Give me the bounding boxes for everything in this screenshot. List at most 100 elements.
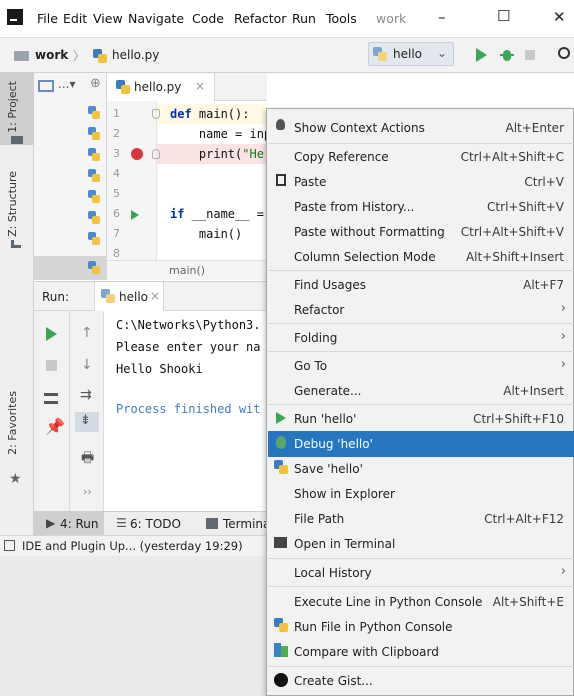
structure-icon bbox=[11, 240, 21, 248]
menu-item-column-selection-mode[interactable]: Column Selection Mode Alt+Shift+Insert bbox=[268, 244, 574, 270]
run-configuration-select[interactable]: hello ⌄ bbox=[368, 42, 454, 66]
run-gutter-icon[interactable] bbox=[131, 210, 139, 220]
run-icon[interactable] bbox=[476, 48, 487, 62]
close-tab-icon[interactable]: × bbox=[195, 79, 205, 93]
menu-item-folding[interactable]: Folding › bbox=[268, 325, 574, 351]
menu-item-paste-from-history[interactable]: Paste from History... Ctrl+Shift+V bbox=[268, 194, 574, 220]
console-line: Process finished wit bbox=[116, 402, 261, 416]
close-button[interactable]: ✕ bbox=[553, 8, 566, 26]
fold-icon[interactable] bbox=[152, 149, 160, 159]
tab-project[interactable]: 1: Project bbox=[6, 81, 19, 133]
menu-navigate[interactable]: Navigate bbox=[128, 11, 184, 26]
fold-icon[interactable] bbox=[152, 109, 160, 119]
stop-icon[interactable] bbox=[525, 50, 535, 60]
status-toggle-icon[interactable] bbox=[4, 540, 15, 551]
menu-tools[interactable]: Tools bbox=[326, 11, 357, 26]
tool-window-todo[interactable]: 6: TODO bbox=[130, 517, 181, 531]
pin-icon[interactable]: 📌 bbox=[45, 417, 65, 436]
tab-favorites[interactable]: 2: Favorites bbox=[6, 391, 19, 455]
soft-wrap-icon[interactable]: ⇉ bbox=[80, 387, 92, 403]
menu-item-open-in-terminal[interactable]: Open in Terminal bbox=[268, 531, 574, 557]
terminal-icon bbox=[274, 537, 287, 548]
breadcrumb-file[interactable]: hello.py bbox=[112, 48, 159, 62]
tab-hello-py[interactable]: hello.py × bbox=[107, 73, 215, 101]
code-keyword: if bbox=[170, 207, 185, 221]
status-message[interactable]: IDE and Plugin Up... (yesterday 19:29) bbox=[22, 539, 243, 553]
bug-icon bbox=[276, 436, 286, 449]
menu-item-paste[interactable]: Paste Ctrl+V bbox=[268, 169, 574, 195]
menu-code[interactable]: Code bbox=[192, 11, 224, 26]
editor-breadcrumb[interactable]: main() bbox=[107, 260, 267, 280]
menu-item-generate[interactable]: Generate... Alt+Insert bbox=[268, 378, 574, 404]
menu-item-file-path[interactable]: File Path Ctrl+Alt+F12 bbox=[268, 506, 574, 532]
menu-item-shortcut: Ctrl+Alt+F12 bbox=[484, 512, 564, 526]
arrow-up-icon[interactable]: ↑ bbox=[81, 325, 93, 341]
menu-view[interactable]: View bbox=[93, 11, 123, 26]
search-icon[interactable] bbox=[558, 47, 570, 59]
scroll-to-end-active[interactable]: ⇟ bbox=[75, 412, 99, 432]
run-toolbar-secondary: ↑ ↓ ⇉ ⇟ 🖶 ›› bbox=[70, 311, 104, 511]
bug-icon[interactable] bbox=[500, 47, 514, 63]
project-view-dropdown[interactable]: ...▾ bbox=[58, 77, 75, 91]
chevron-down-icon: ⌄ bbox=[437, 46, 448, 60]
lightbulb-icon bbox=[276, 119, 285, 130]
menu-item-run-hello[interactable]: Run 'hello' Ctrl+Shift+F10 bbox=[268, 406, 574, 432]
menu-separator bbox=[268, 666, 574, 667]
run-toolbar-primary: 📌 bbox=[34, 311, 70, 511]
stop-icon[interactable] bbox=[46, 360, 57, 371]
menu-item-label: Column Selection Mode bbox=[294, 250, 436, 264]
menu-item-label: Refactor bbox=[294, 303, 345, 317]
breadcrumb-project[interactable]: work bbox=[35, 48, 68, 62]
arrow-down-icon[interactable]: ↓ bbox=[81, 357, 93, 373]
line-number: 4 bbox=[113, 167, 120, 180]
python-file-icon bbox=[88, 232, 100, 246]
menu-edit[interactable]: Edit bbox=[63, 11, 87, 26]
menu-item-execute-line-in-python-console[interactable]: Execute Line in Python Console Alt+Shift… bbox=[268, 589, 574, 615]
menu-item-refactor[interactable]: Refactor › bbox=[268, 297, 574, 323]
project-panel: ...▾ ⊕ bbox=[34, 73, 107, 280]
menu-item-label: Open in Terminal bbox=[294, 537, 396, 551]
breakpoint-icon[interactable] bbox=[131, 148, 143, 160]
menu-run[interactable]: Run bbox=[292, 11, 316, 26]
print-icon[interactable]: 🖶 bbox=[81, 447, 94, 471]
window-title: work bbox=[376, 11, 407, 26]
menu-item-copy-reference[interactable]: Copy Reference Ctrl+Alt+Shift+C bbox=[268, 144, 574, 170]
rerun-icon[interactable] bbox=[46, 327, 57, 341]
menu-item-go-to[interactable]: Go To › bbox=[268, 353, 574, 379]
minimize-button[interactable]: – bbox=[438, 8, 446, 26]
menu-item-find-usages[interactable]: Find Usages Alt+F7 bbox=[268, 272, 574, 298]
project-view-icon[interactable] bbox=[38, 80, 54, 92]
layout-icon[interactable] bbox=[44, 393, 58, 404]
menu-item-shortcut: Alt+Enter bbox=[505, 121, 564, 135]
menu-file[interactable]: File bbox=[37, 11, 58, 26]
editor-tab-bar: hello.py × bbox=[107, 73, 267, 101]
tool-window-run[interactable]: ▶ 4: Run bbox=[34, 512, 104, 535]
menu-item-create-gist[interactable]: Create Gist... bbox=[268, 668, 574, 694]
menu-item-debug-hello[interactable]: Debug 'hello' bbox=[268, 431, 574, 457]
close-tab-icon[interactable]: × bbox=[150, 289, 160, 303]
locate-icon[interactable]: ⊕ bbox=[90, 76, 101, 91]
breadcrumb-function[interactable]: main() bbox=[169, 264, 205, 277]
menu-item-label: Run File in Python Console bbox=[294, 620, 453, 634]
menu-item-paste-without-formatting[interactable]: Paste without Formatting Ctrl+Alt+Shift+… bbox=[268, 219, 574, 245]
console-line: C:\Networks\Python3. bbox=[116, 318, 261, 332]
menu-item-label: Show Context Actions bbox=[294, 121, 425, 135]
menu-item-run-file-in-python-console[interactable]: Run File in Python Console bbox=[268, 614, 574, 640]
menu-item-shortcut: Ctrl+V bbox=[524, 175, 564, 189]
maximize-button[interactable]: ☐ bbox=[497, 7, 510, 25]
menu-separator bbox=[268, 586, 574, 587]
menu-item-save-hello[interactable]: Save 'hello' bbox=[268, 456, 574, 482]
star-icon: ★ bbox=[9, 471, 22, 487]
python-file-icon bbox=[93, 49, 107, 63]
menu-item-compare-with-clipboard[interactable]: Compare with Clipboard bbox=[268, 639, 574, 665]
tool-window-terminal[interactable]: Termina bbox=[223, 517, 270, 531]
menu-refactor[interactable]: Refactor bbox=[234, 11, 286, 26]
menu-item-label: Paste from History... bbox=[294, 200, 415, 214]
menu-item-show-context-actions[interactable]: Show Context Actions Alt+Enter bbox=[268, 115, 574, 141]
line-number: 3 bbox=[113, 147, 120, 160]
more-icon[interactable]: ›› bbox=[83, 485, 92, 498]
run-tab-hello[interactable]: hello × bbox=[94, 282, 164, 311]
menu-item-local-history[interactable]: Local History › bbox=[268, 560, 574, 586]
tab-structure[interactable]: Z: Structure bbox=[6, 171, 19, 237]
menu-item-show-in-explorer[interactable]: Show in Explorer bbox=[268, 481, 574, 507]
